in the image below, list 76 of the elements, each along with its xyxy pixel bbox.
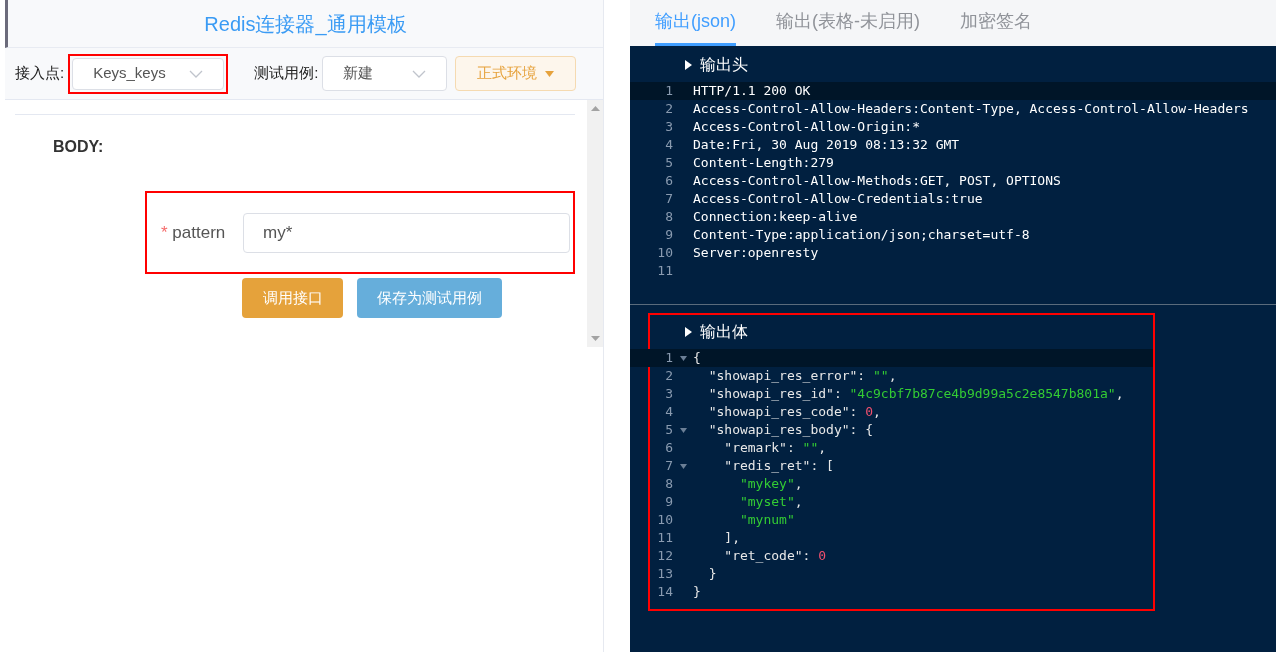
code-text: Access-Control-Allow-Methods:GET, POST, OPTIONS <box>693 172 1061 190</box>
code-text: Server:openresty <box>693 244 819 262</box>
line-number: 4 <box>664 403 673 421</box>
code-text: HTTP/1.1 200 OK <box>693 82 811 100</box>
code-text: "redis_ret": [ <box>723 457 834 475</box>
fold-caret-icon[interactable] <box>679 355 687 361</box>
field-label: * pattern <box>161 221 227 244</box>
code-text: "showapi_res_body": { <box>707 421 873 439</box>
section-title: 输出头 <box>700 55 748 75</box>
line-number: 8 <box>664 208 673 226</box>
code-text: Access-Control-Allow-Credentials:true <box>693 190 983 208</box>
fold-caret-icon[interactable] <box>679 463 687 469</box>
expand-triangle-icon[interactable] <box>684 60 692 70</box>
line-number: 11 <box>656 529 673 547</box>
output-tab[interactable]: 输出(json) <box>655 0 736 46</box>
code-text: Access-Control-Allow-Headers:Content-Type, Access-Control-Allow-Headers <box>693 100 1249 118</box>
line-number: 11 <box>656 262 673 280</box>
call-api-button[interactable]: 调用接口 <box>242 278 343 318</box>
line-number: 4 <box>664 136 673 154</box>
output-tab[interactable]: 加密签名 <box>960 0 1032 46</box>
body-label: BODY: <box>53 137 105 157</box>
code-text: "myset", <box>738 493 803 511</box>
code-text: Connection:keep-alive <box>693 208 858 226</box>
line-number: 10 <box>656 244 673 262</box>
testcase-select[interactable]: 新建 <box>322 56 448 91</box>
save-testcase-button[interactable]: 保存为测试用例 <box>357 278 502 318</box>
code-text: } <box>707 565 717 583</box>
line-number: 9 <box>664 226 673 244</box>
line-number: 3 <box>664 385 673 403</box>
page-title: Redis连接器_通用模板 <box>204 11 407 38</box>
environment-dropdown[interactable]: 正式环境 <box>455 56 577 91</box>
line-number: 5 <box>664 421 673 439</box>
code-text: "remark": "", <box>723 439 827 457</box>
scrollbar[interactable] <box>587 100 603 347</box>
code-text: ], <box>723 529 740 547</box>
line-number: 13 <box>656 565 673 583</box>
line-number: 14 <box>656 583 673 601</box>
chevron-down-icon <box>189 69 204 78</box>
line-number: 6 <box>664 172 673 190</box>
line-number: 3 <box>664 118 673 136</box>
line-number: 2 <box>664 367 673 385</box>
code-text: Content-Length:279 <box>693 154 834 172</box>
endpoint-label: 接入点: <box>15 63 65 84</box>
line-number: 10 <box>656 511 673 529</box>
pattern-input[interactable]: my* <box>243 212 570 253</box>
scroll-up-icon[interactable] <box>590 106 600 111</box>
section-title: 输出体 <box>700 322 748 342</box>
endpoint-select[interactable]: Keys_keys <box>72 57 225 90</box>
code-text: Date:Fri, 30 Aug 2019 08:13:32 GMT <box>693 136 960 154</box>
line-number: 5 <box>664 154 673 172</box>
fold-caret-icon[interactable] <box>679 427 687 433</box>
expand-triangle-icon[interactable] <box>684 327 692 337</box>
code-text: "showapi_res_error": "", <box>707 367 897 385</box>
code-text: "showapi_res_id": "4c9cbf7b87ce4b9d99a5c2e8547b801a", <box>707 385 1124 403</box>
chevron-down-icon <box>412 69 427 78</box>
line-number: 8 <box>664 475 673 493</box>
line-number: 9 <box>664 493 673 511</box>
line-number: 7 <box>664 190 673 208</box>
code-text: "showapi_res_code": 0, <box>707 403 881 421</box>
code-text: "mykey", <box>738 475 803 493</box>
line-number: 12 <box>656 547 673 565</box>
code-text: Content-Type:application/json;charset=utf-8 <box>693 226 1030 244</box>
code-text: "ret_code": 0 <box>723 547 827 565</box>
testcase-label: 测试用例: <box>254 63 319 84</box>
line-number: 1 <box>664 349 673 367</box>
output-tab[interactable]: 输出(表格-未启用) <box>776 0 920 46</box>
line-number: 2 <box>664 100 673 118</box>
code-text: "mynum" <box>738 511 795 529</box>
caret-icon <box>545 70 555 77</box>
code-text: { <box>693 349 701 367</box>
line-number: 1 <box>664 82 673 100</box>
code-text: Access-Control-Allow-Origin:* <box>693 118 920 136</box>
code-text: } <box>693 583 701 601</box>
line-number: 6 <box>664 439 673 457</box>
line-number: 7 <box>664 457 673 475</box>
scroll-down-icon[interactable] <box>590 336 600 341</box>
